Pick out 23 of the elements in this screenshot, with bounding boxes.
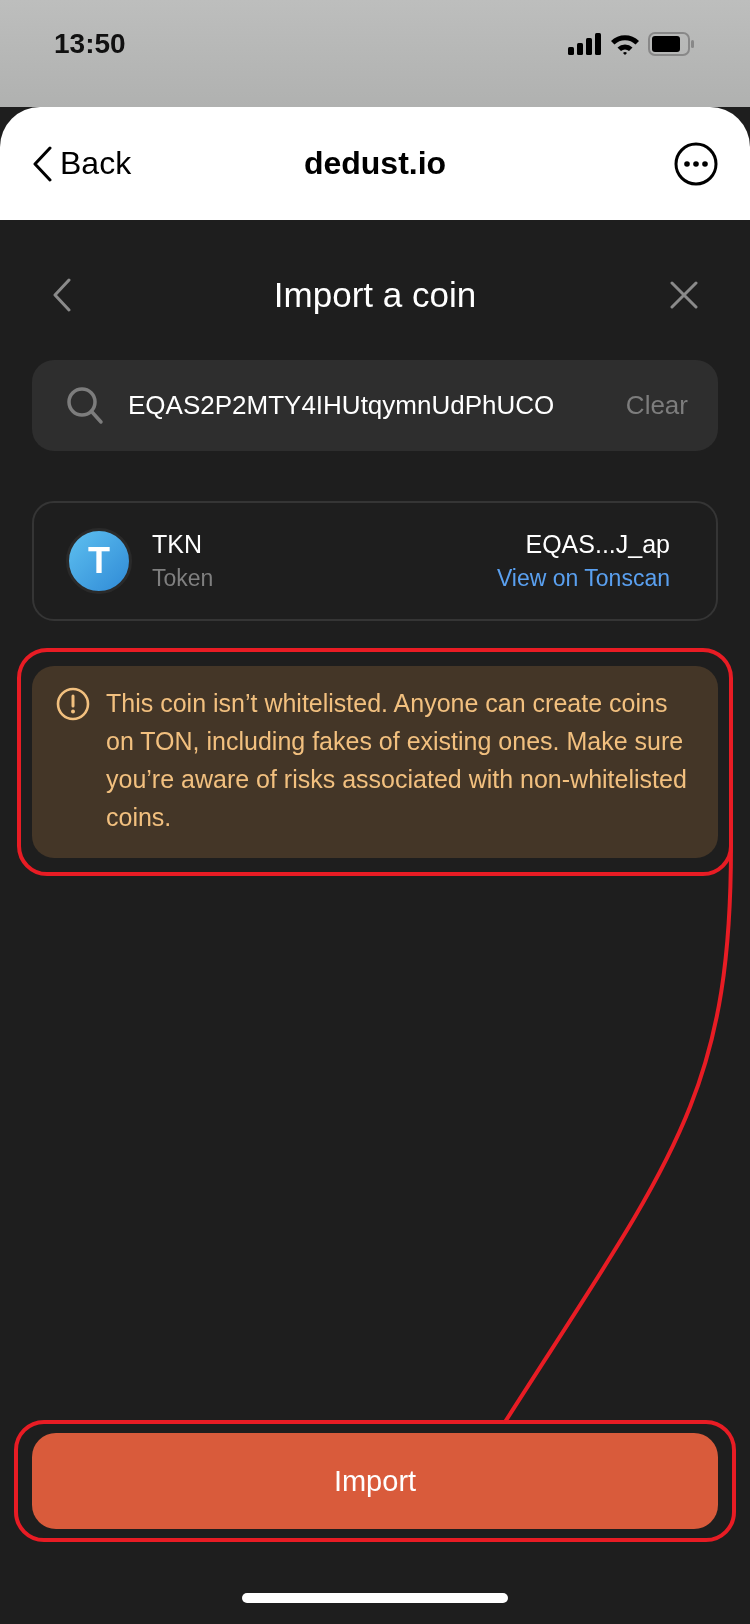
search-input: EQAS2P2MTY4IHUtqymnUdPhUCO (128, 390, 602, 421)
back-chevron-icon[interactable] (52, 278, 72, 312)
token-logo: T (66, 528, 132, 594)
search-icon (66, 385, 104, 426)
token-symbol: TKN (152, 530, 203, 559)
more-icon[interactable] (674, 141, 718, 186)
token-type: Token (152, 565, 214, 592)
back-button[interactable]: Back (32, 145, 132, 182)
search-field[interactable]: EQAS2P2MTY4IHUtqymnUdPhUCO Clear (32, 360, 718, 451)
close-icon[interactable] (670, 281, 698, 309)
tonscan-link[interactable]: View on Tonscan (496, 565, 670, 592)
signal-icon (568, 32, 602, 55)
token-card[interactable]: T TKN Token EQAS...J_ap View on Tonscan (32, 501, 718, 621)
sheet-title: Import a coin (273, 275, 477, 314)
battery-icon (648, 31, 694, 56)
warning-text: This coin isn’t whitelisted. Anyone can create coins on TON, including fakes of existing ones. Make sure you’re aware of risks associated with non-whitelisted coins. (106, 688, 688, 833)
back-chevron-icon (32, 145, 52, 182)
status-time: 13:50 (54, 27, 126, 60)
import-button[interactable]: Import (32, 1433, 718, 1529)
token-address: EQAS...J_ap (525, 530, 670, 559)
page-title: dedust.io (303, 145, 447, 181)
wifi-icon (610, 32, 640, 55)
warning-icon (56, 687, 90, 721)
